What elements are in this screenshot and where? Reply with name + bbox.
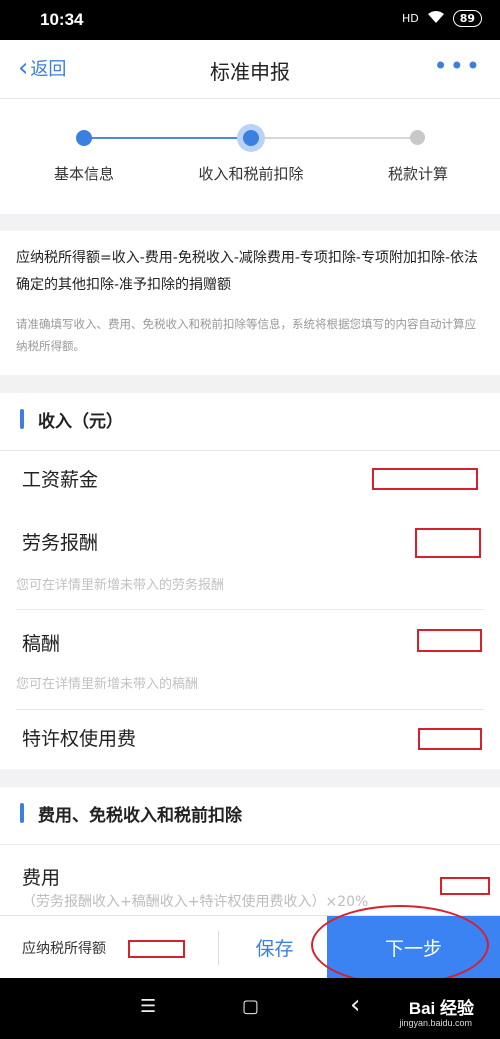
step-label-tax-calc: 税款计算 xyxy=(387,165,448,183)
redacted-value xyxy=(415,528,481,558)
nav-bar: ‹ 返回 标准申报 ••• xyxy=(0,40,500,99)
step-line-done xyxy=(84,137,251,139)
redacted-value xyxy=(440,877,490,895)
home-icon[interactable]: ▢ xyxy=(242,996,259,1017)
income-label-salary: 工资薪金 xyxy=(22,469,99,491)
section-accent-bar xyxy=(20,409,24,429)
deductions-section: 费用、免税收入和税前扣除 费用 （劳务报酬收入+稿酬收入+特许权使用费收入）×2… xyxy=(0,787,500,915)
income-row-royalty[interactable]: 稿酬 您可在详情里新增未带入的稿酬 xyxy=(0,610,500,708)
status-time: 10:34 xyxy=(40,10,84,29)
step-dot-done xyxy=(76,130,92,146)
formula-note: 请准确填写收入、费用、免税收入和税前扣除等信息，系统将根据您填写的内容自动计算应… xyxy=(16,317,476,353)
more-menu-icon[interactable]: ••• xyxy=(434,52,482,80)
step-label-income-deduction: 收入和税前扣除 xyxy=(198,165,304,183)
income-label-labor: 劳务报酬 xyxy=(22,532,99,554)
redacted-value xyxy=(372,468,478,490)
deductions-section-header: 费用、免税收入和税前扣除 xyxy=(0,787,500,839)
battery-icon: 89 xyxy=(452,10,482,27)
income-row-franchise[interactable]: 特许权使用费 xyxy=(0,710,500,768)
deduction-hint-fee: （劳务报酬收入+稿酬收入+特许权使用费收入）×20% xyxy=(22,894,369,910)
step-label-basic-info: 基本信息 xyxy=(53,165,114,183)
income-label-franchise: 特许权使用费 xyxy=(22,728,137,750)
step-line-pending xyxy=(251,137,417,139)
redacted-value xyxy=(128,940,185,958)
baidu-watermark-logo: Bai 经验 xyxy=(408,999,474,1018)
baidu-watermark-url: jingyan.baidu.com xyxy=(399,1018,472,1028)
taxable-income-label: 应纳税所得额 xyxy=(22,941,106,957)
deduction-label-fee: 费用 xyxy=(22,867,61,889)
income-section-header: 收入（元） xyxy=(0,393,500,445)
income-section: 收入（元） 工资薪金 劳务报酬 您可在详情里新增未带入的劳务报酬 稿酬 您可在详… xyxy=(0,393,500,769)
income-hint-labor: 您可在详情里新增未带入的劳务报酬 xyxy=(16,578,225,593)
income-row-salary[interactable]: 工资薪金 xyxy=(0,450,500,508)
income-row-labor[interactable]: 劳务报酬 您可在详情里新增未带入的劳务报酬 xyxy=(0,508,500,610)
income-label-royalty: 稿酬 xyxy=(22,633,61,655)
deductions-section-title: 费用、免税收入和税前扣除 xyxy=(38,806,242,826)
income-section-title: 收入（元） xyxy=(38,412,123,432)
annotation-circle xyxy=(311,905,489,985)
divider xyxy=(218,931,219,965)
wifi-icon xyxy=(427,10,445,27)
status-icons: HD 89 xyxy=(402,10,482,27)
menu-icon[interactable]: ☰ xyxy=(140,996,156,1017)
section-accent-bar xyxy=(20,803,24,823)
redacted-value xyxy=(418,728,482,750)
formula-card: 应纳税所得额=收入-费用-免税收入-减除费用-专项扣除-专项附加扣除-依法确定的… xyxy=(0,231,500,375)
formula-text: 应纳税所得额=收入-费用-免税收入-减除费用-专项扣除-专项附加扣除-依法确定的… xyxy=(16,250,479,293)
step-dot-current xyxy=(243,130,259,146)
redacted-value xyxy=(417,629,482,652)
step-dot-pending xyxy=(410,130,425,145)
status-bar: 10:34 HD 89 xyxy=(0,0,500,40)
signal-icon: HD xyxy=(401,12,419,25)
deduction-row-fee[interactable]: 费用 （劳务报酬收入+稿酬收入+特许权使用费收入）×20% xyxy=(0,845,500,915)
page-title: 标准申报 xyxy=(210,60,290,84)
back-nav-icon[interactable]: ‹ xyxy=(350,990,360,1020)
income-hint-royalty: 您可在详情里新增未带入的稿酬 xyxy=(16,677,199,692)
progress-stepper: 基本信息 收入和税前扣除 税款计算 xyxy=(0,99,500,214)
